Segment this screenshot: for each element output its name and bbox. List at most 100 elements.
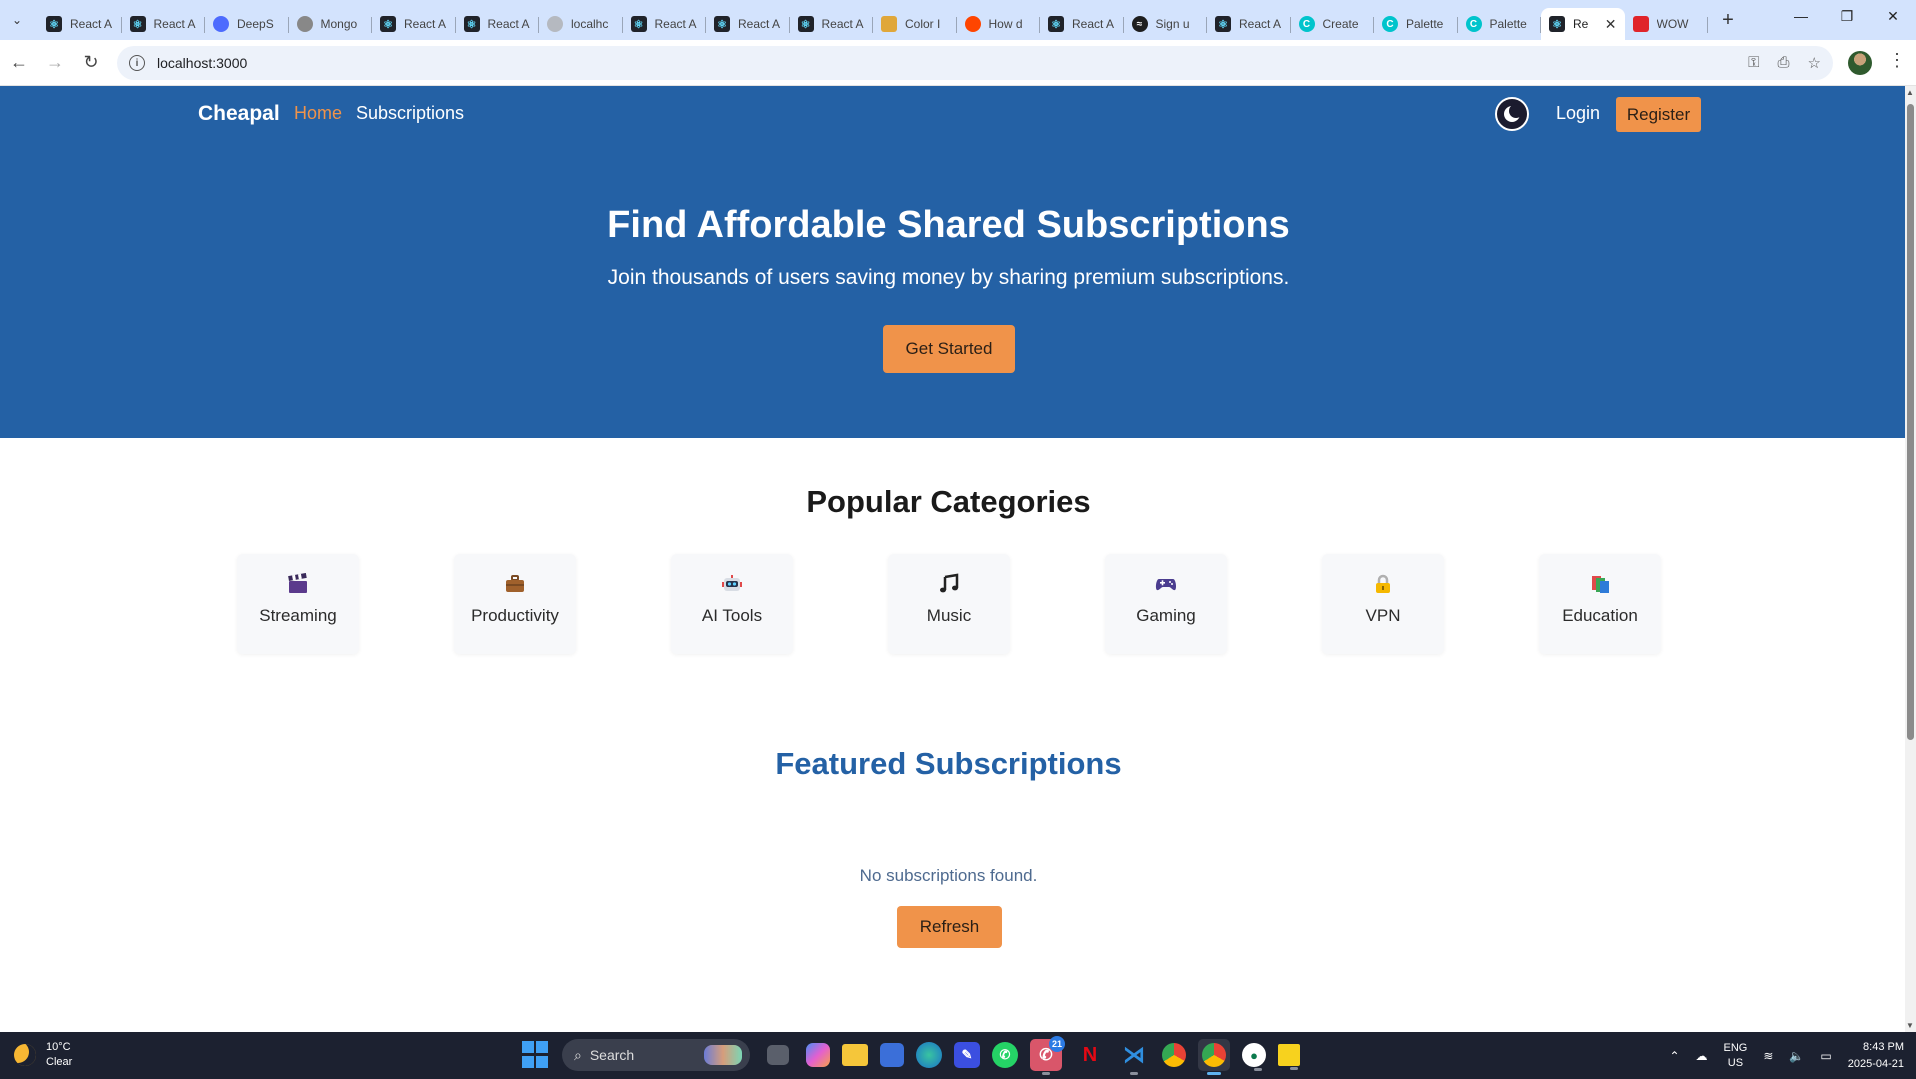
reload-icon[interactable]: ↻ [74,46,108,80]
tab-title: Color I [905,17,941,31]
wow-icon [1632,16,1649,32]
browser-tab[interactable]: C Palette [1374,8,1458,40]
windows-start-icon[interactable] [522,1041,550,1069]
forward-arrow-icon[interactable]: → [38,46,72,80]
close-window-icon[interactable]: ✕ [1870,0,1916,32]
page-scrollbar[interactable]: ▲ ▼ [1905,86,1916,1032]
browser-tab[interactable]: ⚛ React A [38,8,122,40]
browser-tab[interactable]: ⚛ React A [456,8,540,40]
vscode-icon[interactable]: ⋊ [1118,1039,1150,1075]
browser-tab[interactable]: How d [957,8,1041,40]
browser-tab-active[interactable]: ⚛ Re ✕ [1541,8,1625,40]
whatsapp-icon[interactable]: ✆ [992,1042,1018,1068]
browser-tab[interactable]: ≈ Sign u [1124,8,1208,40]
volume-icon[interactable]: 🔈 [1789,1049,1804,1063]
react-icon: ⚛ [630,16,647,32]
tab-title: React A [1072,17,1115,31]
taskbar-apps: ⌕ Search ✎ ✆ ✆ 21 N ⋊ ● [522,1036,1300,1075]
weather-widget[interactable]: 10°C Clear [14,1040,72,1070]
category-card-streaming[interactable]: Streaming [237,554,359,654]
refresh-button[interactable]: Refresh [897,906,1002,948]
category-card-vpn[interactable]: VPN [1322,554,1444,654]
onedrive-cloud-icon[interactable]: ☁ [1696,1049,1708,1063]
minimize-icon[interactable]: — [1778,0,1824,32]
color-icon [881,16,897,32]
language-indicator[interactable]: ENG US [1724,1041,1748,1071]
browser-tab[interactable]: localhc [539,8,623,40]
scroll-up-arrow-icon[interactable]: ▲ [1906,88,1914,97]
category-card-ai-tools[interactable]: AI Tools [671,554,793,654]
netflix-icon[interactable]: N [1074,1039,1106,1071]
category-card-productivity[interactable]: Productivity [454,554,576,654]
brand-logo[interactable]: Cheapal [198,102,280,126]
tab-title: Re [1573,17,1589,31]
tab-search-chevron-icon[interactable]: ⌄ [4,7,30,33]
time-text: 8:43 PM [1863,1040,1904,1053]
category-card-gaming[interactable]: Gaming [1105,554,1227,654]
site-info-icon[interactable]: i [129,55,145,71]
browser-tab[interactable]: C Create [1291,8,1375,40]
browser-tab[interactable]: DeepS [205,8,289,40]
mongodb-icon [296,16,313,32]
mongodb-compass-icon[interactable]: ● [1242,1043,1266,1071]
login-link[interactable]: Login [1556,103,1600,124]
browser-tab[interactable]: Mongo [289,8,373,40]
get-started-button[interactable]: Get Started [883,325,1015,373]
profile-avatar[interactable] [1848,51,1872,75]
lock-icon [1371,572,1395,596]
category-label: Streaming [259,606,337,625]
password-key-icon[interactable]: ⚿ [1748,54,1759,72]
bookmark-star-icon[interactable]: ☆ [1808,54,1821,72]
sticky-notes-icon[interactable] [1278,1044,1300,1070]
url-text[interactable]: localhost:3000 [157,55,247,71]
browser-tab[interactable]: ⚛ React A [1040,8,1124,40]
tab-close-icon[interactable]: ✕ [1605,16,1617,33]
theme-toggle-button[interactable] [1495,97,1529,131]
browser-tab[interactable]: ⚛ React A [372,8,456,40]
browser-toolbar: ← → ↻ i localhost:3000 ⚿ ⎙ ☆ ⋮ [0,40,1916,86]
microsoft-store-icon[interactable] [880,1043,904,1067]
nav-link-subscriptions[interactable]: Subscriptions [356,103,464,124]
chrome-menu-icon[interactable]: ⋮ [1888,50,1906,71]
battery-icon[interactable]: ▭ [1820,1049,1831,1063]
chrome-icon[interactable] [1162,1043,1186,1067]
browser-tab[interactable]: ⚛ React A [623,8,707,40]
wifi-icon[interactable]: ≋ [1763,1049,1773,1063]
copilot-icon[interactable] [806,1043,830,1067]
file-explorer-icon[interactable] [842,1044,868,1066]
browser-tab[interactable]: ⚛ React A [122,8,206,40]
weather-text: Clear [46,1056,73,1068]
category-card-music[interactable]: Music [888,554,1010,654]
deepseek-icon [213,16,229,32]
browser-tab[interactable]: ⚛ React A [790,8,874,40]
whatsapp-beta-icon[interactable]: ✆ 21 [1030,1036,1065,1075]
browser-tab[interactable]: C Palette [1458,8,1542,40]
hero-title: Find Affordable Shared Subscriptions [607,204,1290,246]
browser-tab[interactable]: ⚛ React A [1207,8,1291,40]
scroll-down-arrow-icon[interactable]: ▼ [1906,1021,1914,1030]
react-icon: ⚛ [380,16,396,32]
back-arrow-icon[interactable]: ← [2,46,36,80]
browser-tab[interactable]: WOW [1625,8,1709,40]
install-app-icon[interactable]: ⎙ [1778,54,1790,72]
edge-browser-icon[interactable] [916,1042,942,1068]
tab-title: React A [70,17,113,31]
scrollbar-thumb[interactable] [1907,104,1914,740]
category-card-education[interactable]: Education [1539,554,1661,654]
tray-overflow-chevron-icon[interactable]: ⌃ [1669,1049,1679,1063]
new-tab-button[interactable]: + [1714,6,1742,34]
taskbar-search-box[interactable]: ⌕ Search [562,1039,750,1071]
restore-icon[interactable]: ❐ [1824,0,1870,32]
register-button[interactable]: Register [1616,97,1701,132]
moon-weather-icon [14,1044,36,1066]
category-label: AI Tools [701,606,763,625]
browser-tab[interactable]: ⚛ React A [706,8,790,40]
pen-app-icon[interactable]: ✎ [954,1042,980,1068]
nav-link-home[interactable]: Home [294,103,342,124]
category-list: Streaming Productivity AI Tools Music Ga… [237,554,1662,654]
task-view-icon[interactable] [767,1045,789,1065]
clock[interactable]: 8:43 PM 2025-04-21 [1848,1039,1904,1073]
address-bar[interactable]: i localhost:3000 ⚿ ⎙ ☆ [117,46,1833,80]
chrome-active-icon[interactable] [1198,1039,1230,1075]
browser-tab[interactable]: Color I [873,8,957,40]
